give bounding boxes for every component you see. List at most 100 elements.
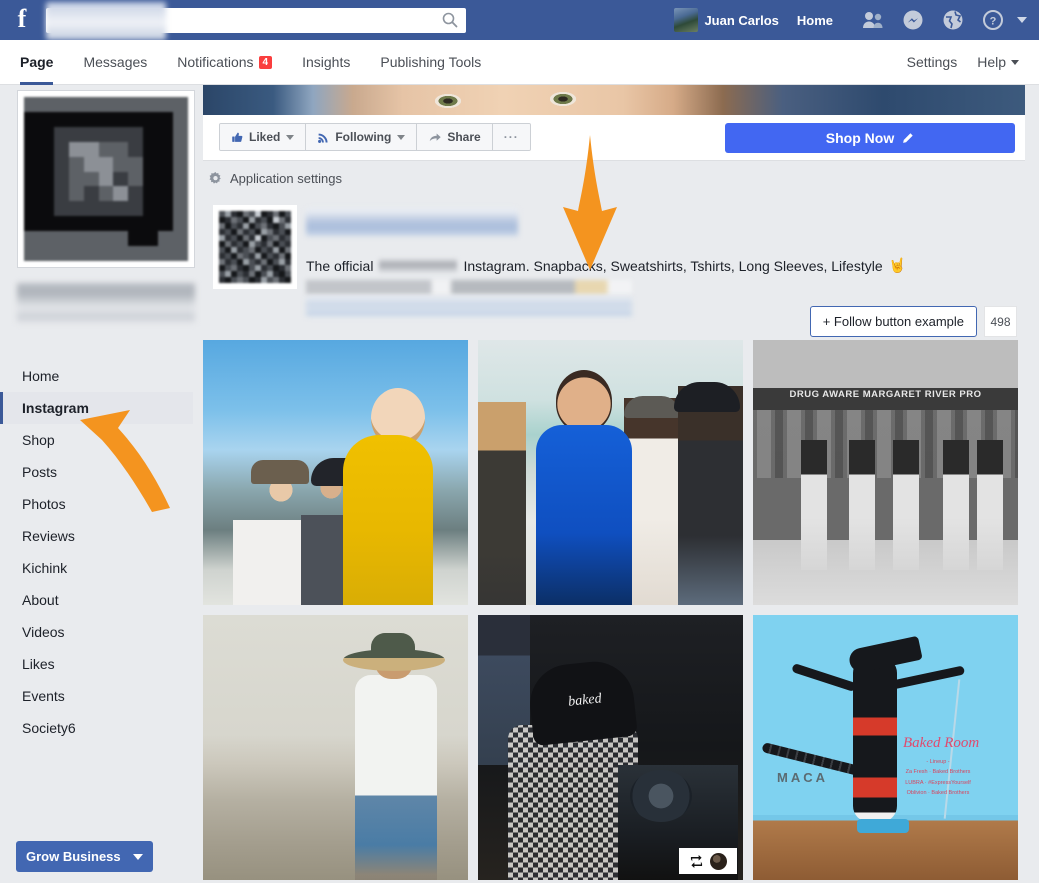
tab-notifications[interactable]: Notifications 4 [177, 40, 273, 85]
photo-detail [556, 370, 612, 432]
instagram-description-suffix: Instagram. Snapbacks, Sweatshirts, Tshir… [463, 257, 883, 274]
rss-feed-icon [318, 133, 328, 143]
grow-business-label: Grow Business [26, 849, 121, 864]
photo-detail [630, 770, 692, 822]
page-profile-picture[interactable] [17, 90, 195, 268]
page-nav-bar: Page Messages Notifications 4 Insights P… [0, 40, 1039, 85]
search-icon[interactable] [442, 12, 458, 28]
poster-title-text: Baked Room [903, 735, 980, 751]
tab-messages[interactable]: Messages [83, 40, 147, 85]
sidebar-item-home[interactable]: Home [0, 360, 193, 392]
tab-page[interactable]: Page [20, 40, 53, 85]
tab-page-label: Page [20, 53, 54, 70]
sidebar-item-label: Reviews [22, 528, 75, 544]
photo-detail [371, 633, 415, 657]
chevron-down-icon [1011, 59, 1019, 65]
tab-help[interactable]: Help [977, 40, 1019, 85]
notifications-globe-icon[interactable] [940, 7, 966, 33]
photo-surfers-group[interactable] [203, 340, 468, 605]
photo-detail [977, 440, 1003, 570]
photo-western-australia-group[interactable] [478, 340, 743, 605]
search-input[interactable] [46, 1, 466, 40]
following-button[interactable]: Following [306, 124, 418, 150]
liked-button[interactable]: Liked [220, 124, 307, 150]
sidebar-item-reviews[interactable]: Reviews [0, 520, 193, 552]
repost-icon [690, 854, 703, 868]
poster-lineup-line: Oblivion · Baked Brothers [906, 790, 970, 797]
shop-now-button[interactable]: Shop Now [725, 123, 1015, 153]
topbar-right-group: Juan Carlos Home ? [674, 0, 1033, 40]
page-section-nav: Home Instagram Shop Posts Photos Reviews… [0, 360, 193, 744]
photo-man-walking-beach[interactable] [203, 615, 468, 880]
sidebar-item-shop[interactable]: Shop [0, 424, 193, 456]
poster-lineup: - Lineup - Za Fresh · Baked Brothers LUB… [899, 757, 977, 799]
photo-detail [478, 402, 526, 605]
sidebar-item-videos[interactable]: Videos [0, 616, 193, 648]
grow-business-button[interactable]: Grow Business [16, 841, 153, 872]
chevron-down-icon [397, 134, 406, 140]
photo-detail [849, 440, 875, 570]
tab-settings-label: Settings [906, 53, 958, 70]
topbar-home-link[interactable]: Home [797, 13, 833, 28]
tab-insights[interactable]: Insights [302, 40, 350, 85]
chevron-down-icon [132, 853, 143, 860]
share-button[interactable]: Share [417, 124, 493, 150]
friend-requests-icon[interactable] [860, 7, 886, 33]
follow-button-example[interactable]: + Follow button example [809, 306, 977, 337]
tab-notifications-label: Notifications [177, 53, 254, 70]
sidebar-item-label: Shop [22, 432, 55, 448]
sidebar-item-label: Photos [22, 496, 66, 512]
photo-detail [943, 440, 969, 570]
cover-photo[interactable] [203, 85, 1025, 115]
instagram-handle-redacted [306, 208, 518, 236]
facebook-logo-icon[interactable]: f [8, 6, 36, 34]
sidebar-item-label: Society6 [22, 720, 76, 736]
photo-detail [678, 386, 743, 605]
instagram-description-prefix: The official [306, 257, 374, 274]
account-caret-icon[interactable] [1017, 17, 1027, 23]
notifications-badge: 4 [258, 55, 273, 69]
sidebar-item-events[interactable]: Events [0, 680, 193, 712]
tab-settings[interactable]: Settings [907, 40, 958, 85]
help-question-icon[interactable]: ? [980, 7, 1006, 33]
left-sidebar: Home Instagram Shop Posts Photos Reviews… [0, 85, 200, 883]
tab-publishing-tools[interactable]: Publishing Tools [380, 40, 481, 85]
share-arrow-icon [430, 132, 442, 141]
photo-detail [791, 663, 857, 692]
sidebar-item-photos[interactable]: Photos [0, 488, 193, 520]
photo-alien-poster[interactable]: MACA Baked Room - Lineup - Za Fresh · Ba… [753, 615, 1018, 880]
photo-detail [311, 458, 373, 486]
repost-badge [679, 848, 737, 874]
instagram-meta-redacted [306, 280, 632, 294]
sidebar-item-kichink[interactable]: Kichink [0, 552, 193, 584]
poster-lineup-line: Za Fresh · Baked Brothers [905, 769, 971, 776]
instagram-avatar[interactable] [213, 205, 297, 289]
application-settings-link[interactable]: Application settings [208, 171, 342, 186]
photo-detail [371, 388, 425, 448]
sidebar-item-label: Kichink [22, 560, 68, 576]
share-button-label: Share [447, 130, 481, 144]
more-options-button[interactable]: ··· [492, 124, 530, 150]
sidebar-item-likes[interactable]: Likes [0, 648, 193, 680]
sidebar-item-posts[interactable]: Posts [0, 456, 193, 488]
avatar[interactable] [674, 8, 699, 32]
repost-source-avatar [710, 852, 727, 870]
photo-dj-baked-cap[interactable]: baked [478, 615, 743, 880]
page-nav-right-group: Settings Help [887, 40, 1039, 85]
photo-detail [893, 440, 919, 570]
sidebar-item-instagram[interactable]: Instagram [0, 392, 193, 424]
sidebar-item-label: Likes [22, 656, 55, 672]
sidebar-item-about[interactable]: About [0, 584, 193, 616]
photo-banner-text: DRUG AWARE MARGARET RIVER PRO [789, 389, 982, 400]
sidebar-item-society6[interactable]: Society6 [0, 712, 193, 744]
cover-photo-image [203, 85, 1025, 115]
photo-detail [890, 665, 966, 690]
profile-picture-pixelated [24, 97, 188, 261]
photo-margaret-river-pro[interactable]: DRUG AWARE MARGARET RIVER PRO [753, 340, 1018, 605]
chevron-down-icon [286, 134, 295, 140]
shop-now-label: Shop Now [825, 130, 895, 146]
topbar-user-name[interactable]: Juan Carlos [704, 13, 778, 28]
instagram-description: The official Instagram. Snapbacks, Sweat… [306, 257, 906, 274]
messenger-icon[interactable] [900, 7, 926, 33]
poster-lineup-header: - Lineup - [926, 759, 950, 765]
